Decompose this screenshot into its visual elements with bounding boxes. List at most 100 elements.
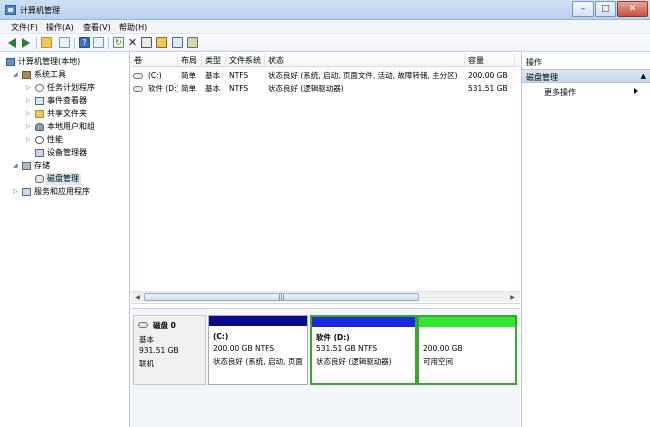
- search-icon[interactable]: [172, 37, 183, 48]
- menu-action[interactable]: 操作(A): [46, 22, 74, 33]
- volume-list-header: 卷 布局 类型 文件系统 状态 容量: [131, 54, 520, 67]
- open-icon[interactable]: [156, 37, 167, 48]
- disk-management-pane: 卷 布局 类型 文件系统 状态 容量 (C:) 简单 基本 NTFS 状态良好 …: [131, 52, 520, 427]
- menu-bar: 文件(F) 操作(A) 查看(V) 帮助(H): [0, 20, 650, 34]
- actions-section-label: 磁盘管理: [526, 73, 558, 82]
- disk-state: 联机: [139, 359, 154, 368]
- disk-info[interactable]: 磁盘 0 基本 931.51 GB 联机: [133, 315, 206, 385]
- toolbar: ? ↻ ✕: [0, 34, 650, 52]
- volume-status: 状态良好 (系统, 启动, 页面文件, 活动, 故障转储, 主分区): [268, 71, 458, 80]
- shared-folder-icon: [35, 110, 44, 118]
- volume-fs: NTFS: [229, 84, 249, 93]
- scroll-right-icon[interactable]: ▶: [507, 293, 518, 302]
- volume-icon: [133, 73, 143, 79]
- volume-capacity: 531.51 GB: [468, 84, 508, 93]
- show-hide-tree-icon[interactable]: [59, 37, 70, 48]
- disk-type: 基本: [139, 335, 154, 344]
- title-bar: 计算机管理 – □ ✕: [0, 0, 650, 20]
- more-actions-link[interactable]: 更多操作: [544, 87, 576, 98]
- maximize-button[interactable]: □: [595, 1, 616, 17]
- minimize-button[interactable]: –: [572, 1, 594, 17]
- submenu-arrow-icon: [634, 88, 638, 94]
- forward-icon[interactable]: [20, 37, 31, 48]
- menu-view[interactable]: 查看(V): [83, 22, 111, 33]
- partition-color-bar: [209, 316, 307, 326]
- event-viewer-icon: [35, 97, 44, 105]
- help-icon[interactable]: ?: [79, 37, 90, 48]
- column-layout[interactable]: 布局: [178, 54, 202, 67]
- new-icon[interactable]: [141, 37, 152, 48]
- users-icon: [35, 123, 44, 131]
- performance-icon: [35, 136, 44, 144]
- partition-status: 状态良好 (逻辑驱动器): [316, 357, 392, 366]
- menu-help[interactable]: 帮助(H): [119, 22, 147, 33]
- properties-icon[interactable]: [93, 37, 104, 48]
- volume-name: 软件 (D:): [148, 84, 178, 93]
- tools-icon: [22, 71, 31, 79]
- partition-size: 200.00 GB: [423, 344, 463, 353]
- volume-name: (C:): [148, 71, 162, 80]
- partition-c[interactable]: (C:) 200.00 GB NTFS 状态良好 (系统, 启动, 页面: [208, 315, 308, 385]
- partition-free[interactable]: 200.00 GB 可用空间: [417, 315, 517, 385]
- delete-icon[interactable]: ✕: [127, 37, 138, 48]
- toolbar-separator: [36, 37, 37, 49]
- volume-status: 状态良好 (逻辑驱动器): [268, 84, 344, 93]
- settings-icon[interactable]: [187, 37, 198, 48]
- menu-file[interactable]: 文件(F): [11, 22, 38, 33]
- expand-icon[interactable]: ▷: [26, 121, 31, 133]
- expand-icon[interactable]: ▷: [26, 108, 31, 120]
- expand-icon[interactable]: ▷: [26, 82, 31, 94]
- computer-management-icon: [5, 5, 16, 15]
- actions-section-disk-management[interactable]: 磁盘管理 ▲: [522, 69, 650, 83]
- scroll-left-icon[interactable]: ◀: [132, 293, 143, 302]
- disk-management-icon: [35, 175, 44, 183]
- partition-size: 200.00 GB NTFS: [213, 344, 275, 353]
- device-manager-icon: [35, 149, 44, 157]
- volume-fs: NTFS: [229, 71, 249, 80]
- expand-icon[interactable]: ▷: [13, 186, 18, 198]
- partition-d[interactable]: 软件 (D:) 531.51 GB NTFS 状态良好 (逻辑驱动器): [310, 315, 417, 385]
- volume-row[interactable]: (C:) 简单 基本 NTFS 状态良好 (系统, 启动, 页面文件, 活动, …: [131, 70, 520, 82]
- partition-color-bar: [419, 317, 515, 327]
- volume-layout: 简单: [181, 71, 196, 80]
- partition-size: 531.51 GB NTFS: [316, 344, 378, 353]
- partition-status: 可用空间: [423, 357, 453, 366]
- disk-layout-view: 磁盘 0 基本 931.51 GB 联机 (C:) 200.00 GB NTFS…: [131, 308, 520, 427]
- disk-name: 磁盘 0: [153, 321, 176, 330]
- collapse-icon[interactable]: ◢: [13, 160, 18, 172]
- toolbar-separator: [74, 37, 75, 49]
- storage-icon: [22, 162, 31, 170]
- column-status[interactable]: 状态: [265, 54, 465, 67]
- disk-size: 931.51 GB: [139, 346, 179, 355]
- actions-title: 操作: [526, 58, 542, 67]
- computer-icon: [6, 58, 15, 66]
- volume-type: 基本: [205, 84, 220, 93]
- expand-icon[interactable]: ▷: [26, 95, 31, 107]
- column-filesystem[interactable]: 文件系统: [226, 54, 265, 67]
- disk-icon: [138, 322, 148, 328]
- horizontal-scrollbar[interactable]: ◀ ||| ▶: [131, 291, 520, 302]
- close-button[interactable]: ✕: [617, 1, 648, 17]
- clock-icon: [35, 84, 44, 92]
- column-volume[interactable]: 卷: [131, 54, 178, 67]
- services-icon: [22, 188, 31, 196]
- scrollbar-thumb[interactable]: |||: [144, 293, 419, 301]
- column-capacity[interactable]: 容量: [465, 54, 515, 67]
- collapse-up-icon[interactable]: ▲: [641, 72, 646, 80]
- volume-icon: [133, 86, 143, 92]
- refresh-icon[interactable]: ↻: [113, 37, 124, 48]
- partition-color-bar: [312, 317, 415, 327]
- expand-icon[interactable]: ▷: [26, 134, 31, 146]
- collapse-icon[interactable]: ◢: [13, 69, 18, 81]
- back-icon[interactable]: [7, 37, 18, 48]
- column-type[interactable]: 类型: [202, 54, 226, 67]
- volume-capacity: 200.00 GB: [468, 71, 508, 80]
- navigation-tree: 计算机管理(本地) ◢ 系统工具 ▷ 任务计划程序 ▷ 事件查看器 ▷ 共享文件…: [0, 52, 130, 427]
- scrollbar-grip: |||: [278, 294, 285, 301]
- volume-row[interactable]: 软件 (D:) 简单 基本 NTFS 状态良好 (逻辑驱动器) 531.51 G…: [131, 83, 520, 95]
- volume-list: 卷 布局 类型 文件系统 状态 容量 (C:) 简单 基本 NTFS 状态良好 …: [131, 54, 520, 304]
- volume-type: 基本: [205, 71, 220, 80]
- up-folder-icon[interactable]: [41, 37, 52, 48]
- volume-layout: 简单: [181, 84, 196, 93]
- partition-label: 软件 (D:): [316, 333, 350, 342]
